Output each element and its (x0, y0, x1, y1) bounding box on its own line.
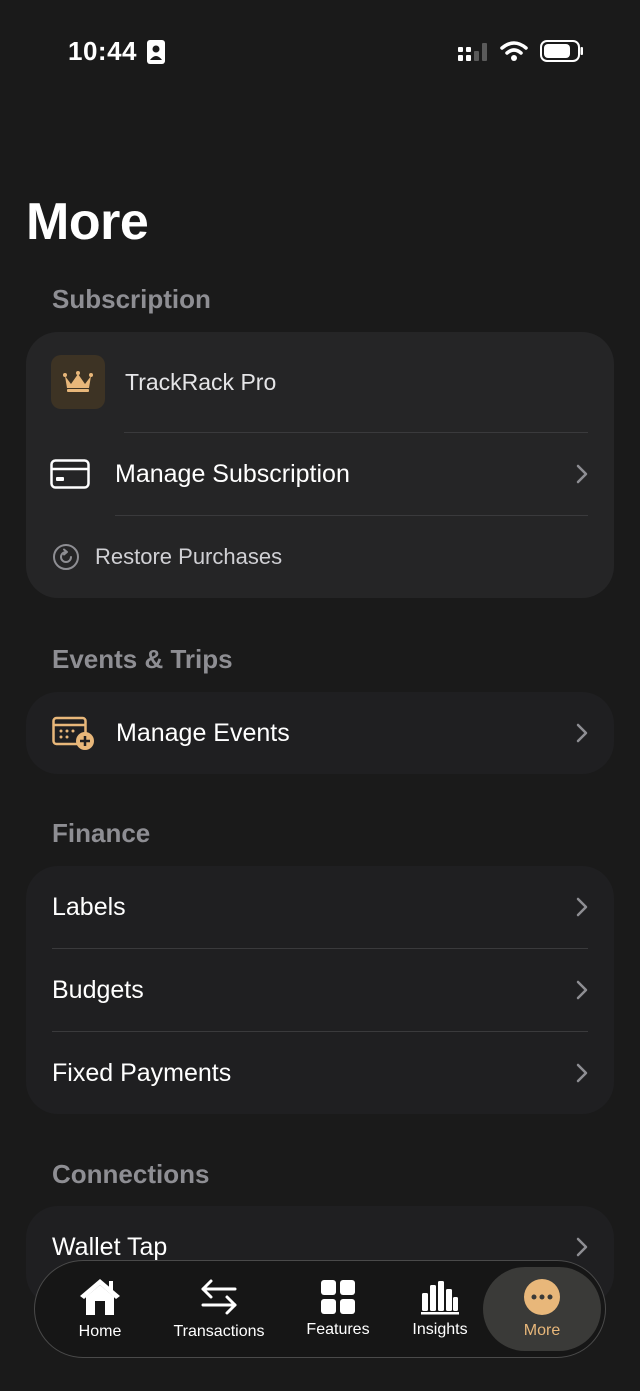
credit-card-icon (50, 459, 90, 489)
chevron-right-icon (576, 1063, 588, 1083)
section-header-connections: Connections (52, 1159, 210, 1189)
finance-item-fixed-payments[interactable]: Fixed Payments (26, 1032, 614, 1114)
tab-features[interactable]: Features (293, 1261, 383, 1357)
restore-purchases-row[interactable]: Restore Purchases (26, 516, 614, 598)
wifi-icon (500, 41, 528, 61)
chevron-right-icon (576, 980, 588, 1000)
tab-label: Insights (412, 1321, 468, 1338)
status-time: 10:44 (68, 36, 137, 66)
bar-chart-icon (421, 1281, 459, 1315)
events-card: Manage Events (26, 692, 614, 774)
manage-subscription-row[interactable]: Manage Subscription (26, 433, 614, 515)
section-header-subscription: Subscription (52, 284, 211, 314)
chevron-right-icon (576, 1237, 588, 1257)
battery-icon (540, 40, 583, 62)
tab-insights[interactable]: Insights (395, 1261, 485, 1357)
arrows-exchange-icon (201, 1279, 237, 1315)
restore-icon (53, 544, 79, 570)
tab-bar: Home Transactions Features Insights More (34, 1260, 606, 1358)
crown-icon-box (51, 355, 105, 409)
finance-item-label: Budgets (52, 975, 144, 1004)
trackrack-pro-row[interactable]: TrackRack Pro (26, 332, 614, 432)
finance-card: Labels Budgets Fixed Payments (26, 866, 614, 1114)
trackrack-pro-label: TrackRack Pro (125, 368, 277, 395)
status-bar: 10:44 (0, 0, 640, 100)
finance-item-label: Fixed Payments (52, 1058, 232, 1087)
house-icon (80, 1279, 120, 1315)
subscription-card: TrackRack Pro Manage Subscription Restor… (26, 332, 614, 598)
finance-item-label: Labels (52, 892, 126, 921)
connections-item-label: Wallet Tap (52, 1232, 168, 1261)
tab-label: Features (306, 1321, 370, 1338)
chevron-right-icon (576, 464, 588, 484)
chevron-right-icon (576, 723, 588, 743)
calendar-add-icon (52, 716, 94, 750)
finance-item-labels[interactable]: Labels (26, 866, 614, 948)
manage-subscription-label: Manage Subscription (115, 459, 350, 488)
chevron-right-icon (576, 897, 588, 917)
finance-item-budgets[interactable]: Budgets (26, 949, 614, 1031)
tab-transactions[interactable]: Transactions (159, 1261, 279, 1357)
signal-icon (458, 43, 487, 61)
ellipsis-icon (524, 1279, 560, 1315)
grid-icon (321, 1280, 355, 1314)
tab-label: Transactions (173, 1323, 265, 1340)
manage-events-row[interactable]: Manage Events (26, 692, 614, 774)
tab-more[interactable]: More (483, 1267, 601, 1351)
crown-icon (63, 371, 93, 392)
id-card-icon (147, 40, 165, 64)
section-header-finance: Finance (52, 818, 151, 848)
page-title: More (26, 193, 149, 251)
tab-label: Home (78, 1323, 122, 1340)
tab-home[interactable]: Home (55, 1261, 145, 1357)
tab-label: More (523, 1322, 561, 1339)
restore-purchases-label: Restore Purchases (95, 544, 283, 569)
section-header-events: Events & Trips (52, 644, 233, 674)
manage-events-label: Manage Events (116, 718, 290, 747)
